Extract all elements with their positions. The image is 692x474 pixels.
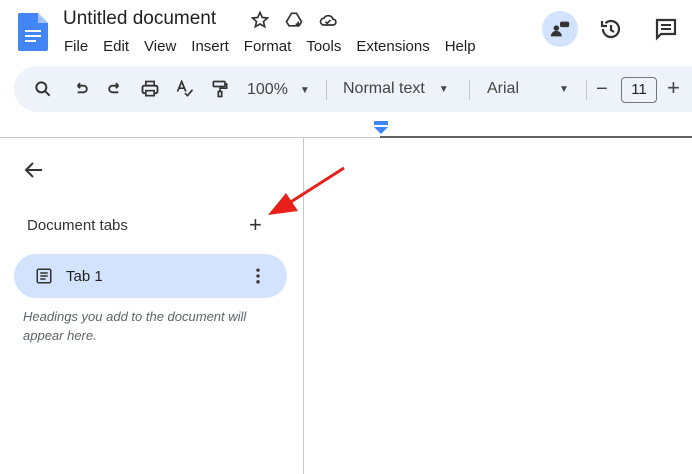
redo-icon <box>108 82 119 94</box>
menu-help[interactable]: Help <box>445 38 476 55</box>
tab-1[interactable]: Tab 1 <box>14 254 287 298</box>
comment-icon <box>655 18 677 41</box>
document-tabs-heading: Document tabs <box>27 217 128 234</box>
spellcheck-icon <box>176 79 194 97</box>
document-title[interactable]: Untitled document <box>63 8 216 30</box>
ruler-line <box>380 136 692 138</box>
menu-extensions[interactable]: Extensions <box>356 38 429 55</box>
move-to-drive-icon[interactable] <box>284 10 304 30</box>
history-icon <box>600 19 621 39</box>
undo-button[interactable] <box>71 66 91 112</box>
add-tab-button[interactable]: + <box>249 212 262 238</box>
dropdown-arrow-icon: ▼ <box>438 83 449 95</box>
zoom-select[interactable]: 100% ▼ <box>247 67 310 113</box>
red-arrow-annotation <box>268 166 345 215</box>
spellcheck-button[interactable] <box>175 66 195 112</box>
star-icon[interactable] <box>250 10 270 30</box>
back-arrow-icon[interactable] <box>22 158 46 182</box>
document-icon <box>36 268 52 284</box>
more-options-icon[interactable] <box>248 266 268 286</box>
menu-tools[interactable]: Tools <box>306 38 341 55</box>
font-select[interactable]: Arial ▼ <box>487 66 569 112</box>
people-chat-icon <box>550 21 570 37</box>
docs-logo-icon[interactable] <box>18 13 48 51</box>
search-menus-button[interactable] <box>33 66 53 112</box>
style-select[interactable]: Normal text ▼ <box>343 66 449 112</box>
comments-button[interactable] <box>648 11 684 47</box>
tab-label: Tab 1 <box>66 268 103 285</box>
print-button[interactable] <box>140 66 160 112</box>
headings-hint: Headings you add to the document will ap… <box>23 309 247 343</box>
menu-view[interactable]: View <box>144 38 176 55</box>
dropdown-arrow-icon: ▼ <box>299 84 310 96</box>
dropdown-arrow-icon: ▼ <box>559 83 569 95</box>
paint-format-icon <box>212 80 228 98</box>
undo-icon <box>77 82 88 94</box>
increase-font-size-button[interactable]: + <box>667 65 680 111</box>
cloud-saved-icon[interactable] <box>318 10 338 30</box>
version-history-button[interactable] <box>593 11 629 47</box>
zoom-value: 100% <box>247 81 288 98</box>
ruler-indent-marker-icon[interactable] <box>374 121 388 134</box>
redo-button[interactable] <box>105 66 125 112</box>
search-icon <box>35 81 51 97</box>
menu-file[interactable]: File <box>64 38 88 55</box>
menu-bar: File Edit View Insert Format Tools Exten… <box>64 38 491 55</box>
paint-format-button[interactable] <box>210 66 230 112</box>
print-icon <box>141 80 159 97</box>
font-size-input[interactable]: 11 <box>621 77 657 103</box>
style-value: Normal text <box>343 80 425 97</box>
menu-insert[interactable]: Insert <box>191 38 229 55</box>
decrease-font-size-button[interactable]: − <box>596 66 608 112</box>
font-value: Arial <box>487 80 520 97</box>
menu-format[interactable]: Format <box>244 38 292 55</box>
meet-button[interactable] <box>542 11 578 47</box>
menu-edit[interactable]: Edit <box>103 38 129 55</box>
